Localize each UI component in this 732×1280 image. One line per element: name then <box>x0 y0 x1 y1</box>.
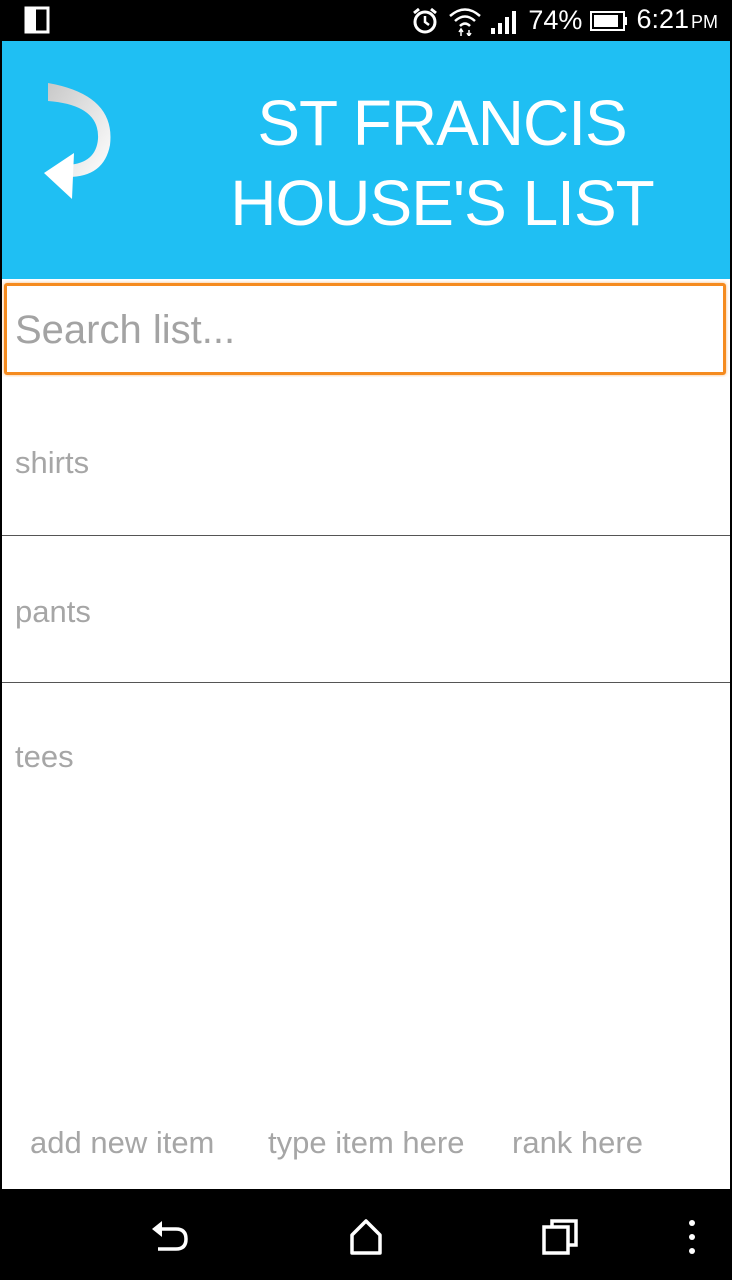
list-item-label: pants <box>15 594 91 629</box>
list-item[interactable]: shirts <box>2 377 730 535</box>
home-icon[interactable] <box>346 1217 386 1257</box>
signal-icon <box>491 10 517 34</box>
app-screen: ST FRANCIS HOUSE'S LIST shirts pants tee… <box>2 41 730 1189</box>
search-box[interactable] <box>4 283 726 375</box>
page-title: ST FRANCIS HOUSE'S LIST <box>192 83 692 243</box>
list-item-label: shirts <box>15 445 90 480</box>
curved-back-arrow-icon[interactable] <box>38 75 118 201</box>
clock: 6:21 PM <box>636 0 718 43</box>
back-icon[interactable] <box>150 1217 190 1257</box>
clock-time: 6:21 <box>636 3 689 34</box>
clock-ampm: PM <box>691 11 718 32</box>
search-input[interactable] <box>13 296 717 364</box>
recents-icon[interactable] <box>540 1217 580 1257</box>
title-line-1: ST FRANCIS <box>257 87 627 159</box>
status-bar: 74% 6:21 PM <box>0 0 732 41</box>
overflow-menu-icon[interactable] <box>672 1217 712 1257</box>
rank-field[interactable]: rank here <box>512 1125 643 1161</box>
battery-percent: 74% <box>528 5 583 35</box>
navigation-bar <box>0 1189 732 1280</box>
title-line-2: HOUSE'S LIST <box>230 167 654 239</box>
item-name-field[interactable]: type item here <box>268 1125 464 1161</box>
battery-icon <box>590 10 628 31</box>
alarm-icon <box>413 7 438 33</box>
list-item[interactable]: pants <box>2 536 730 682</box>
wifi-icon <box>449 7 482 36</box>
list-item[interactable]: tees <box>2 683 730 833</box>
header: ST FRANCIS HOUSE'S LIST <box>2 41 730 279</box>
add-item-bar: add new item type item here rank here <box>2 1119 730 1169</box>
add-new-item-button[interactable]: add new item <box>30 1125 214 1161</box>
list-item-label: tees <box>15 739 74 774</box>
phone-layout-icon <box>24 6 50 34</box>
